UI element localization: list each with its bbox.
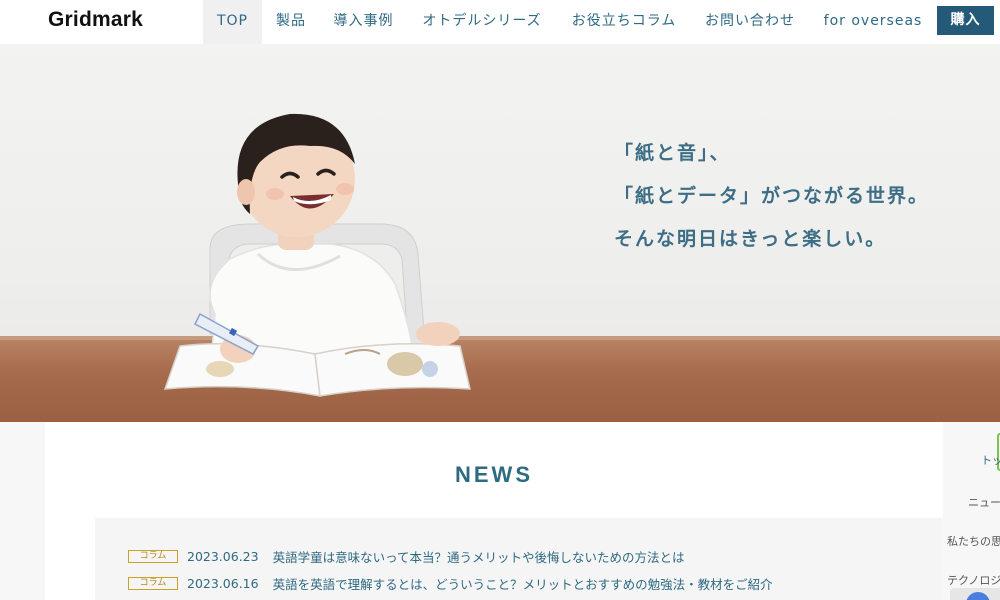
hero-line-1: 「紙と音」、 <box>614 142 731 164</box>
nav-item-products[interactable]: 製品 <box>262 0 320 44</box>
site-header: Gridmark TOP 製品 導入事例 オトデルシリーズ お役立ちコラム お問… <box>0 0 1000 44</box>
news-item[interactable]: コラム 2023.06.16 英語を英語で理解するとは、どういうこと？メリットと… <box>128 573 773 593</box>
category-tag: コラム <box>128 549 178 563</box>
nav-item-overseas[interactable]: for overseas <box>809 0 937 44</box>
nav-item-column[interactable]: お役立ちコラム <box>557 0 691 44</box>
logo[interactable]: Gridmark <box>48 8 143 32</box>
news-title-link[interactable]: 英語学童は意味ないって本当？通うメリットや後悔しないための方法とは <box>273 547 685 566</box>
main-nav: TOP 製品 導入事例 オトデルシリーズ お役立ちコラム お問い合わせ for … <box>203 0 937 44</box>
side-nav-item-our-thoughts[interactable]: 私たちの思い <box>947 533 1000 549</box>
child-with-pen-illustration <box>163 113 471 397</box>
nav-item-cases[interactable]: 導入事例 <box>320 0 407 44</box>
news-date: 2023.06.16 <box>187 575 259 591</box>
buy-button[interactable]: 購入 <box>937 6 994 35</box>
category-tag: コラム <box>128 576 178 590</box>
news-heading: NEWS <box>455 462 533 487</box>
side-nav-item-top[interactable]: トップ <box>981 452 1000 468</box>
news-section: NEWS コラム 2023.06.23 英語学童は意味ないって本当？通うメリット… <box>45 422 943 600</box>
side-nav-item-technology[interactable]: テクノロジー <box>947 572 1000 588</box>
nav-item-top[interactable]: TOP <box>203 0 262 44</box>
side-nav-item-news[interactable]: ニュース <box>968 494 1000 510</box>
news-item[interactable]: コラム 2023.06.23 英語学童は意味ないって本当？通うメリットや後悔しな… <box>128 546 684 566</box>
nav-item-otoderu-series[interactable]: オトデルシリーズ <box>407 0 557 44</box>
news-date: 2023.06.23 <box>187 548 259 564</box>
news-list: コラム 2023.06.23 英語学童は意味ないって本当？通うメリットや後悔しな… <box>95 518 943 600</box>
hero-tagline: 「紙と音」、 「紙とデータ」がつながる世界。 そんな明日はきっと楽しい。 <box>614 132 929 261</box>
nav-item-contact[interactable]: お問い合わせ <box>691 0 809 44</box>
hero-line-2: 「紙とデータ」がつながる世界。 <box>614 185 930 207</box>
news-title-link[interactable]: 英語を英語で理解するとは、どういうこと？メリットとおすすめの勉強法・教材をご紹介 <box>273 574 773 593</box>
hero-line-3: そんな明日はきっと楽しい。 <box>614 228 887 250</box>
hero-banner: 「紙と音」、 「紙とデータ」がつながる世界。 そんな明日はきっと楽しい。 <box>0 44 1000 422</box>
